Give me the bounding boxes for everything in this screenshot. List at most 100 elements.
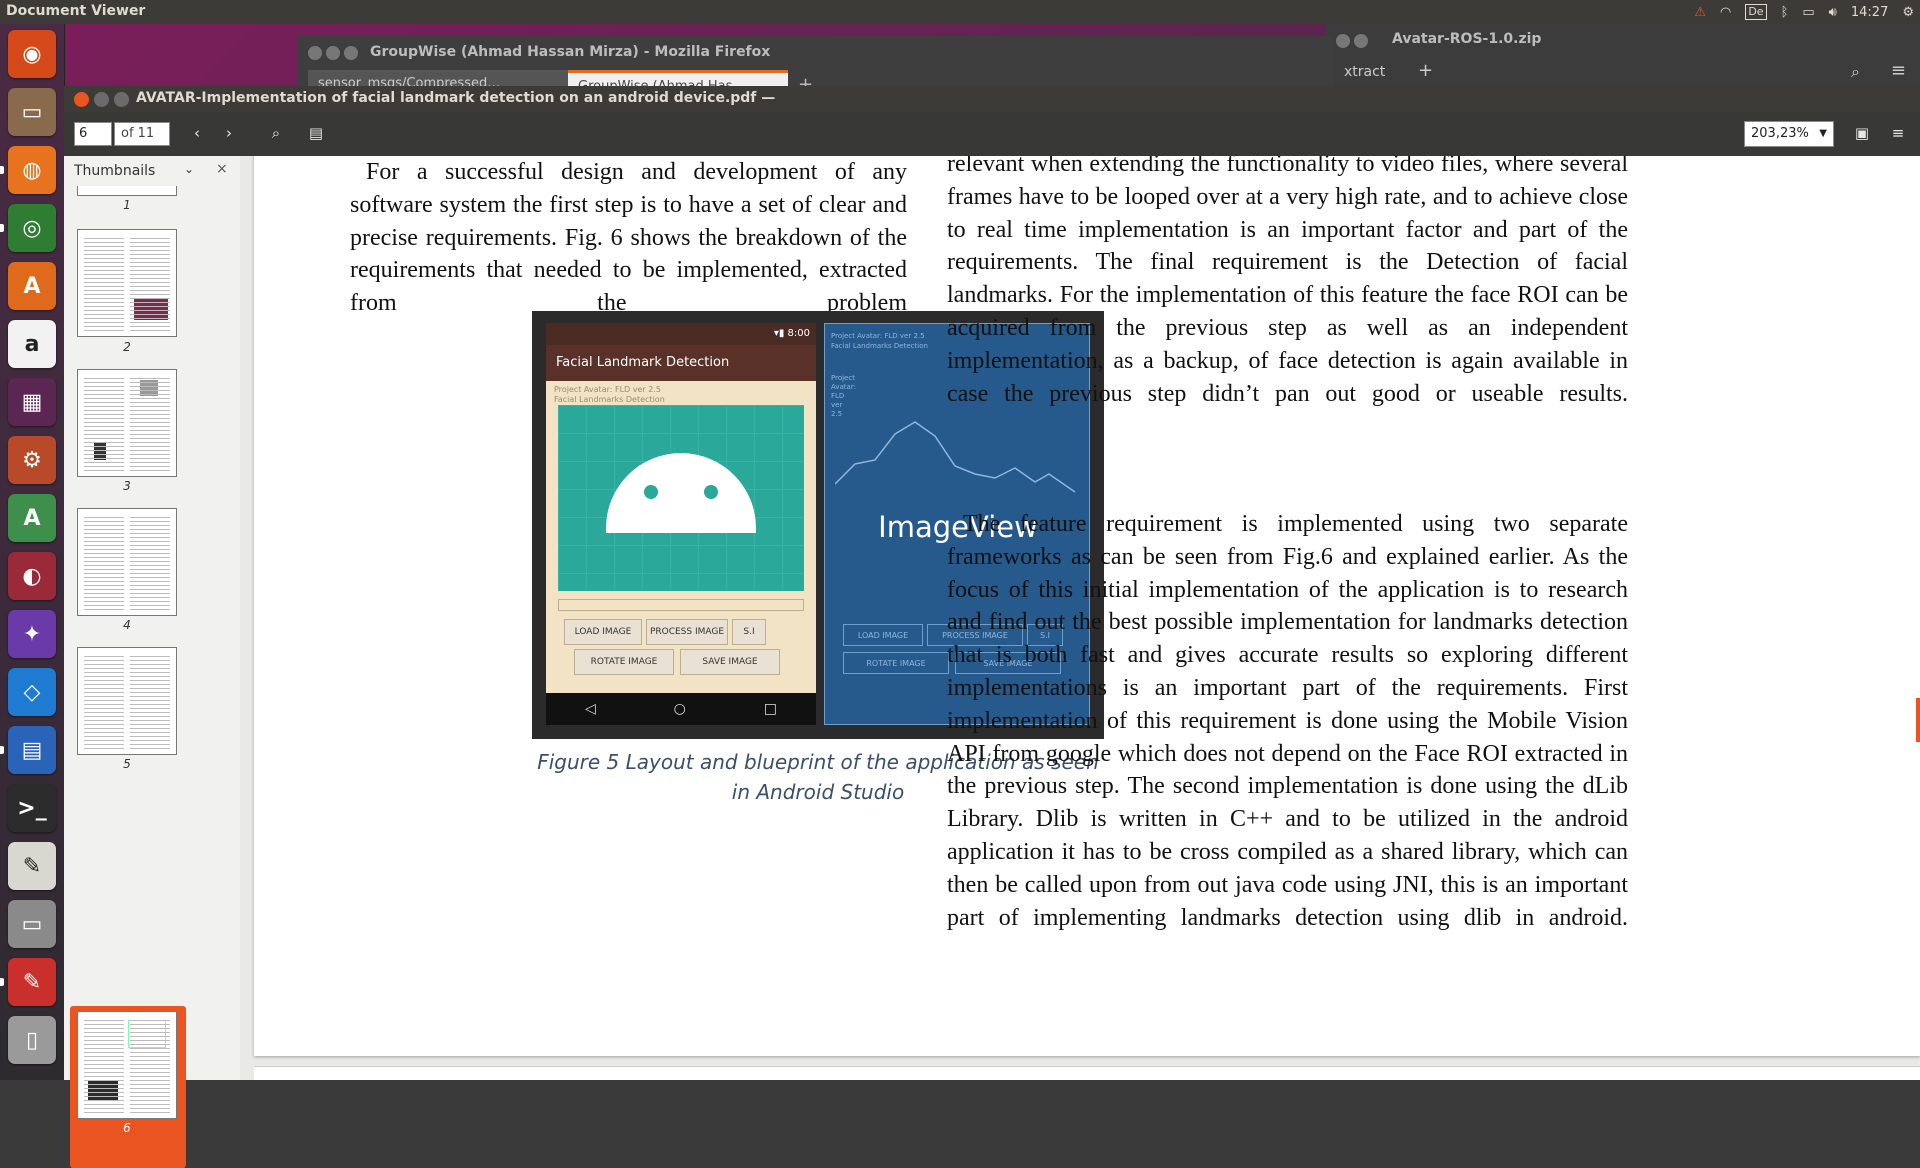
back-icon: ◁ [584,701,596,717]
vscode-icon[interactable]: ◇ [8,668,56,716]
warning-icon[interactable]: ⚠ [1694,5,1706,20]
firefox-icon[interactable]: ◍ [8,146,56,194]
phone-button: LOAD IMAGE [564,619,642,645]
phone-button: PROCESS IMAGE [646,619,728,645]
archive-close-button[interactable] [1336,34,1350,48]
amazon-icon[interactable]: a [8,320,56,368]
page-number-input[interactable]: 6 [74,122,112,146]
launcher: ◉ ▭ ◍ ◎ Aa ▦ ⚙ A ◐ ✦ ◇ ▤ >_ ✎ ▭ ✎ ▯ [0,24,65,1080]
wifi-icon[interactable]: ◠ [1720,5,1731,20]
active-app-name: Document Viewer [6,3,146,19]
phone-app-bar: Facial Landmark Detection [546,345,816,381]
phone-button: ROTATE IMAGE [574,649,674,675]
thumbnail-label: 6 [123,1121,131,1135]
next-page-icon[interactable]: › [214,119,244,147]
pdf-page: For a successful design and development … [254,156,1920,1056]
page-thumbnail-2[interactable] [77,229,177,337]
document-area[interactable]: For a successful design and development … [240,156,1920,1080]
trash-icon[interactable]: ▯ [8,1016,56,1064]
gtkwave-icon[interactable]: ✦ [8,610,56,658]
thumbnail-label: 1 [123,198,131,212]
session-gear-icon[interactable]: ⚙ [1902,5,1914,20]
thumbnail-label: 4 [123,618,131,632]
text-editor-icon[interactable]: ✎ [8,842,56,890]
window-minimize-button[interactable] [94,92,109,107]
firefox-minimize-button[interactable] [326,46,340,60]
previous-page-icon[interactable]: ‹ [182,119,212,147]
window-title: AVATAR-Implementation of facial landmark… [136,90,776,106]
terminal-icon[interactable]: >_ [8,784,56,832]
phone-subtitle-line: Facial Landmarks Detection [554,395,665,404]
blueprint-project-line: Project Avatar: FLD ver 2.5 [831,374,856,418]
software-center-icon[interactable]: A [8,262,56,310]
archive-minimize-button[interactable] [1354,34,1368,48]
document-viewer-icon[interactable]: ✎ [8,958,56,1006]
window-maximize-button[interactable] [114,92,129,107]
menu-icon[interactable]: ≡ [1882,119,1914,147]
thumbnail-label: 2 [123,340,131,354]
page-thumbnail-6[interactable] [77,1011,177,1119]
zoom-value: 203,23% [1751,126,1809,141]
right-column-paragraph-1: relevant when extending the functionalit… [947,156,1628,407]
chevron-down-icon: ▼ [1819,128,1827,139]
clock[interactable]: 14:27 [1851,5,1888,20]
running-indicator [0,224,4,232]
window-close-button[interactable] [74,92,89,107]
scroll-indicator[interactable] [1916,698,1920,742]
android-logo-image [558,405,804,591]
chevron-down-icon[interactable]: ⌄ [184,162,194,176]
page-count-label: of 11 [114,122,170,146]
firefox-close-button[interactable] [308,46,322,60]
page-thumbnail-4[interactable] [77,508,177,616]
firefox-maximize-button[interactable] [344,46,358,60]
zoom-select[interactable]: 203,23% ▼ [1744,121,1834,147]
libreoffice-writer-icon[interactable]: ▤ [8,726,56,774]
sidebar-title[interactable]: Thumbnails [74,163,155,179]
close-icon[interactable]: × [216,161,228,177]
scanner-icon[interactable]: ▭ [8,900,56,948]
running-indicator [0,978,4,986]
archive-menu-icon[interactable]: ≡ [1891,60,1906,81]
thumbnail-label: 5 [123,757,131,771]
files-icon[interactable]: ▭ [8,88,56,136]
android-icon [606,453,756,533]
phone-time: 8:00 [787,328,810,339]
sidebar-toggle-icon[interactable]: ▤ [300,119,332,147]
archive-search-icon[interactable]: ⌕ [1851,62,1860,82]
toolbar: 6 of 11 ‹ › ⌕ ▤ 203,23% ▼ ▣ ≡ [64,112,1920,157]
window-titlebar[interactable]: AVATAR-Implementation of facial landmark… [64,86,1920,112]
system-settings-icon[interactable]: ⚙ [8,436,56,484]
battery-icon[interactable]: ▭ [1802,5,1814,20]
phone-nav-bar: ◁ ○ □ [546,693,816,725]
page-thumbnail-5[interactable] [77,647,177,755]
system-tray: ⚠ ◠ De ᛒ ▭ 🔊︎ 14:27 ⚙ [1694,2,1914,22]
running-indicator [0,166,4,174]
disk-icon[interactable]: ◐ [8,552,56,600]
bluetooth-icon[interactable]: ᛒ [1781,5,1789,20]
phone-button: S.I [732,619,766,645]
archive-tab-label[interactable]: xtract [1344,64,1385,80]
recents-icon: □ [763,701,778,717]
page-thumbnail-1[interactable] [77,186,177,196]
phone-button: SAVE IMAGE [680,649,780,675]
chrome-icon[interactable]: ◎ [8,204,56,252]
page-thumbnail-3[interactable] [77,369,177,477]
running-indicator [0,746,4,754]
android-studio-icon[interactable]: A [8,494,56,542]
phone-status-bar: ▾▮ 8:00 [546,323,816,345]
workspace-switcher-icon[interactable]: ▦ [8,378,56,426]
next-page-edge [254,1066,1920,1080]
ubuntu-dash-icon[interactable]: ◉ [8,30,56,78]
firefox-window-title: GroupWise (Ahmad Hassan Mirza) - Mozilla… [370,44,771,60]
home-icon: ○ [673,701,686,717]
volume-icon[interactable]: 🔊︎ [1829,5,1837,20]
archive-add-icon[interactable]: + [1418,60,1433,81]
sidebar-header: Thumbnails ⌄ × [64,156,240,186]
phone-spinner [558,599,804,611]
search-icon[interactable]: ⌕ [260,119,292,147]
annotate-icon[interactable]: ▣ [1846,119,1878,147]
top-panel: Document Viewer ⚠ ◠ De ᛒ ▭ 🔊︎ 14:27 ⚙ [0,0,1920,24]
phone-project-line: Project Avatar: FLD ver 2.5 [554,385,661,394]
keyboard-layout-indicator[interactable]: De [1745,4,1767,20]
thumbnail-label: 3 [123,479,131,493]
